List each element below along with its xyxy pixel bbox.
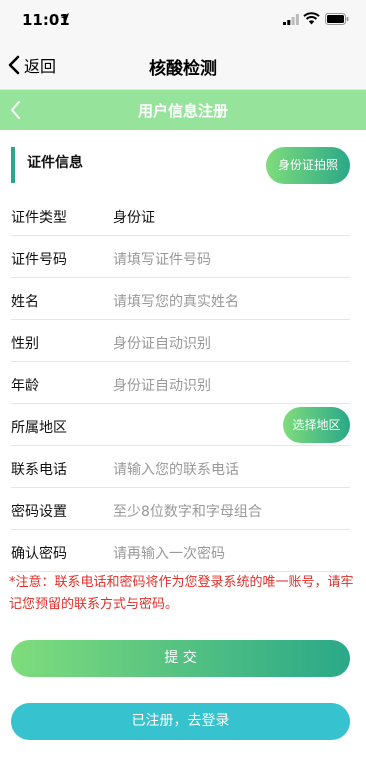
location-arrow-icon: [61, 13, 69, 23]
gender-field: 身份证自动识别: [113, 336, 211, 352]
password-label: 密码设置: [11, 504, 67, 520]
gender-row: 性别 身份证自动识别: [11, 320, 350, 362]
navigation-bar: 返回 核酸检测: [0, 40, 366, 90]
age-label: 年龄: [11, 378, 39, 394]
id-number-input[interactable]: 请填写证件号码: [113, 249, 211, 269]
id-number-row: 证件号码 请填写证件号码: [11, 236, 350, 278]
phone-row: 联系电话 请输入您的联系电话: [11, 446, 350, 488]
region-label: 所属地区: [11, 420, 67, 436]
id-card-photo-button[interactable]: 身份证拍照: [266, 147, 350, 184]
section-title: 证件信息: [27, 155, 83, 171]
confirm-password-label: 确认密码: [11, 546, 67, 562]
battery-icon: [325, 13, 349, 25]
confirm-password-row: 确认密码 请再输入一次密码: [11, 530, 350, 572]
name-input[interactable]: 请填写您的真实姓名: [113, 291, 239, 311]
id-type-label: 证件类型: [11, 210, 67, 226]
name-row: 姓名 请填写您的真实姓名: [11, 278, 350, 320]
section-accent-bar: [11, 147, 15, 183]
phone-label: 联系电话: [11, 462, 67, 478]
cellular-signal-icon: [283, 14, 299, 25]
registration-header: 用户信息注册: [0, 90, 366, 130]
submit-button[interactable]: 提 交: [11, 640, 350, 677]
age-row: 年龄 身份证自动识别: [11, 362, 350, 404]
name-label: 姓名: [11, 294, 39, 310]
password-input[interactable]: 至少8位数字和字母组合: [113, 501, 262, 521]
id-number-label: 证件号码: [11, 252, 67, 268]
gender-label: 性别: [11, 336, 39, 352]
id-type-row[interactable]: 证件类型 身份证: [11, 194, 350, 236]
wifi-icon: [303, 12, 320, 25]
page-title: 核酸检测: [149, 59, 217, 79]
select-region-button[interactable]: 选择地区: [283, 407, 350, 443]
status-bar: 11:01: [0, 0, 366, 40]
go-login-button[interactable]: 已注册，去登录: [11, 703, 350, 740]
account-notice: *注意：联系电话和密码将作为您登录系统的唯一账号，请牢记您预留的联系方式与密码。: [9, 575, 354, 612]
password-row: 密码设置 至少8位数字和字母组合: [11, 488, 350, 530]
age-field: 身份证自动识别: [113, 378, 211, 394]
phone-input[interactable]: 请输入您的联系电话: [113, 459, 239, 479]
header-title: 用户信息注册: [137, 102, 228, 120]
confirm-password-input[interactable]: 请再输入一次密码: [113, 543, 225, 563]
id-type-select[interactable]: 身份证: [113, 207, 155, 227]
